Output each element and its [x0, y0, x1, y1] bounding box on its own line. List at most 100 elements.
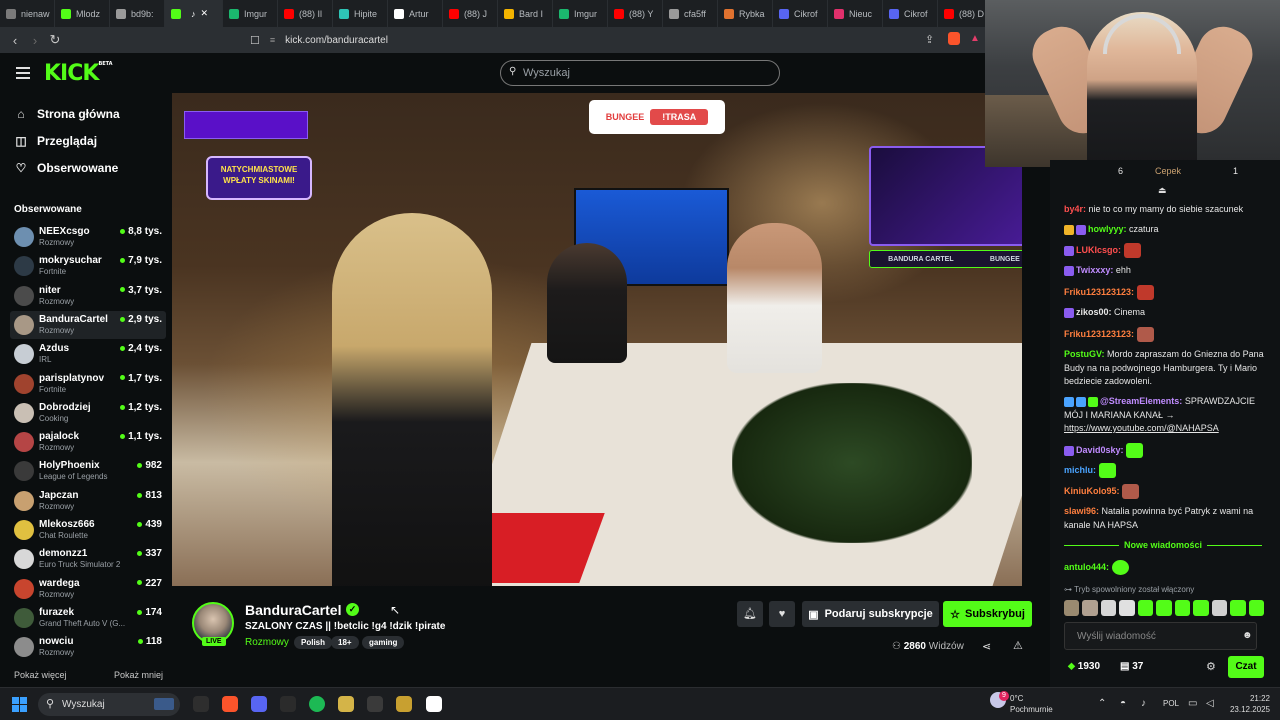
quick-emote-icon[interactable] [1248, 600, 1264, 616]
quick-emote-icon[interactable] [1082, 600, 1098, 616]
chat-username[interactable]: michlu: [1064, 465, 1096, 475]
windows-start-icon[interactable] [12, 697, 28, 713]
menu-icon[interactable] [16, 67, 30, 82]
taskbar-search[interactable]: ⚲ Wyszukaj [38, 693, 180, 716]
share-page-icon[interactable]: ⇪ [925, 33, 934, 46]
browser-tab[interactable]: Mlodz [55, 0, 110, 27]
quick-emote-icon[interactable] [1211, 600, 1228, 616]
chat-username[interactable]: PostuGV: [1064, 349, 1105, 359]
pinned-icon[interactable]: ⏏ [1158, 185, 1167, 196]
sidebar-channel-pajalock[interactable]: pajalock Rozmowy 1,1 tys. [10, 428, 166, 456]
discord-icon[interactable] [251, 696, 267, 712]
browser-tab[interactable]: Cikrof [773, 0, 828, 27]
input-language[interactable]: POL [1163, 699, 1179, 708]
sidebar-channel-nowciu[interactable]: nowciu Rozmowy 118 [10, 633, 166, 661]
nav-following[interactable]: ♡ Obserwowane [14, 161, 119, 175]
browser-tab[interactable]: bd9b: [110, 0, 165, 27]
browser-tab[interactable]: nienaw [0, 0, 55, 27]
quick-emote-icon[interactable] [1119, 600, 1135, 616]
quick-emote-icon[interactable] [1100, 600, 1117, 616]
network-icon[interactable]: ▭ [1188, 698, 1197, 709]
browser-tab[interactable]: (88) J [443, 0, 498, 27]
chat-username[interactable]: howlyyy: [1088, 224, 1127, 234]
url-field[interactable]: kick.com/banduracartel [285, 35, 388, 46]
forward-icon[interactable]: › [25, 33, 45, 48]
app-icon-9[interactable] [426, 696, 442, 712]
subscribe-button[interactable]: ☆ Subskrybuj [943, 601, 1032, 627]
taskbar-weather[interactable]: 0°C Pochmurnie [1010, 693, 1053, 715]
browser-tab-active[interactable]: ♪ ✕ [165, 0, 223, 27]
taskbar-clock[interactable]: 21:22 23.12.2025 [1226, 693, 1270, 715]
brave-icon[interactable] [222, 696, 238, 712]
sidebar-channel-furazek[interactable]: furazek Grand Theft Auto V (G... 174 [10, 604, 166, 632]
browser-tab[interactable]: (88) Il [278, 0, 333, 27]
app-icon-8[interactable] [396, 696, 412, 712]
chat-send-button[interactable]: Czat [1228, 656, 1264, 678]
share-icon[interactable]: ⋖ [982, 640, 991, 653]
quick-emote-icon[interactable] [1174, 600, 1191, 616]
browser-tab[interactable]: Imgur [553, 0, 608, 27]
follow-heart-button[interactable]: ♥ [769, 601, 795, 627]
back-icon[interactable]: ‹ [5, 33, 25, 48]
show-less-button[interactable]: Pokaż mniej [114, 670, 163, 680]
tray-chevron-icon[interactable]: ⌃ [1098, 698, 1106, 709]
sidebar-channel-wardega[interactable]: wardega Rozmowy 227 [10, 575, 166, 603]
chat-username[interactable]: LUKIcsgo: [1076, 245, 1121, 255]
gift-subscription-button[interactable]: ▣ Podaruj subskrypcje [802, 601, 939, 627]
sidebar-channel-mokrysuchar[interactable]: mokrysuchar Fortnite 7,9 tys. [10, 252, 166, 280]
sidebar-channel-parisplatynov[interactable]: parisplatynov Fortnite 1,7 tys. [10, 370, 166, 398]
site-info-icon[interactable]: ≡ [270, 35, 275, 45]
emoji-picker-icon[interactable]: ☻ [1242, 630, 1253, 641]
stream-category[interactable]: Rozmowy [245, 637, 289, 648]
video-player[interactable]: NATYCHMIASTOWE WPŁATY SKINAMI! BUNGEE !T… [172, 93, 1022, 586]
sidebar-channel-demonzz1[interactable]: demonzz1 Euro Truck Simulator 2 337 [10, 545, 166, 573]
steam-icon[interactable] [367, 696, 383, 712]
browser-tab[interactable]: Hipite [333, 0, 388, 27]
kick-logo[interactable]: KICKBETA [44, 61, 113, 86]
show-more-button[interactable]: Pokaż więcej [14, 670, 67, 680]
quick-emote-icon[interactable] [1137, 600, 1154, 616]
sidebar-channel-dobrodziej[interactable]: Dobrodziej Cooking 1,2 tys. [10, 399, 166, 427]
chat-username[interactable]: @StreamElements: [1100, 396, 1182, 406]
browser-tab[interactable]: cfa5ff [663, 0, 718, 27]
browser-tab[interactable]: Rybka [718, 0, 773, 27]
browser-tab[interactable]: (88) Y [608, 0, 663, 27]
app-icon-4[interactable] [280, 696, 296, 712]
chat-message-input[interactable]: Wyślij wiadomość [1064, 622, 1257, 650]
browser-tab[interactable]: Artur [388, 0, 443, 27]
chat-link[interactable]: https://www.youtube.com/@NAHAPSA [1064, 423, 1219, 433]
channel-points[interactable]: ⬥ 1930 [1068, 661, 1100, 672]
tray-app-icon[interactable]: ◓ [1120, 698, 1126, 709]
microphone-icon[interactable]: ♪ [1141, 698, 1146, 709]
sidebar-channel-azdus[interactable]: Azdus IRL 2,4 tys. [10, 340, 166, 368]
subscription-count[interactable]: ▤ 37 [1120, 661, 1143, 672]
quick-emote-icon[interactable] [1064, 600, 1080, 616]
sidebar-channel-niter[interactable]: niter Rozmowy 3,7 tys. [10, 282, 166, 310]
browser-tab[interactable]: Cikrof [883, 0, 938, 27]
notification-bell-button[interactable]: 🔔︎ [737, 601, 763, 627]
tag-gaming[interactable]: gaming [362, 636, 405, 649]
tab-audio-icon[interactable]: ♪ [191, 9, 196, 19]
report-icon[interactable]: ⚠ [1013, 639, 1023, 652]
brave-shield-icon[interactable] [948, 32, 960, 45]
sidebar-channel-mlekosz666[interactable]: Mlekosz666 Chat Roulette 439 [10, 516, 166, 544]
search-input[interactable]: ⚲ Wyszukaj [500, 60, 780, 86]
chat-username[interactable]: zikos00: [1076, 307, 1112, 317]
sidebar-channel-neexcsgo[interactable]: NEEXcsgo Rozmowy 8,8 tys. [10, 223, 166, 251]
chat-username[interactable]: slawi96: [1064, 506, 1099, 516]
volume-icon[interactable]: ◁ [1206, 698, 1214, 709]
spotify-icon[interactable] [309, 696, 325, 712]
chat-username[interactable]: KiniuKolo95: [1064, 486, 1120, 496]
sidebar-channel-holyphoenix[interactable]: HolyPhoenix League of Legends 982 [10, 457, 166, 485]
sidebar-channel-banduracartel[interactable]: BanduraCartel Rozmowy 2,9 tys. [10, 310, 166, 339]
browser-tab[interactable]: Imgur [223, 0, 278, 27]
chat-username[interactable]: Friku123123123: [1064, 287, 1134, 297]
chat-settings-icon[interactable]: ⚙ [1206, 660, 1216, 673]
chat-username[interactable]: Friku123123123: [1064, 329, 1134, 339]
sidebar-channel-japczan[interactable]: Japczan Rozmowy 813 [10, 487, 166, 515]
chat-username[interactable]: antulo444: [1064, 562, 1109, 572]
quick-emote-icon[interactable] [1230, 600, 1246, 616]
browser-tab[interactable]: Nieuc [828, 0, 883, 27]
tag-age[interactable]: 18+ [331, 636, 359, 649]
quick-emote-icon[interactable] [1193, 600, 1209, 616]
